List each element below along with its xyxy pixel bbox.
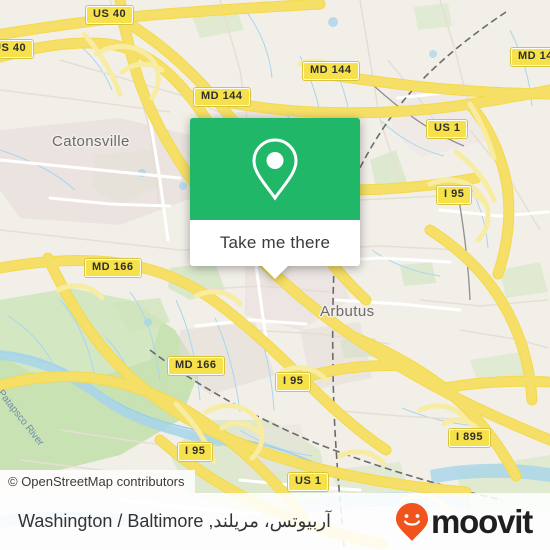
moovit-wordmark: moovit <box>431 503 533 540</box>
route-shield-i-895[interactable]: I 895 <box>448 428 491 448</box>
route-shield-md-166-a[interactable]: MD 166 <box>84 258 142 278</box>
route-shield-md-166-b[interactable]: MD 166 <box>167 356 225 376</box>
popup-action-bar[interactable]: Take me there <box>190 220 360 279</box>
route-shield-us-40-a[interactable]: US 40 <box>84 5 135 25</box>
route-shield-i-95-b[interactable]: I 95 <box>274 372 312 392</box>
route-shield-md-144-c[interactable]: MD 144 <box>510 47 550 67</box>
moovit-smiley-pin-icon <box>396 502 429 541</box>
map-label-arbutus: Arbutus <box>320 303 375 320</box>
route-shield-i-95-c[interactable]: I 95 <box>176 442 214 462</box>
route-shield-i-95-a[interactable]: I 95 <box>435 185 473 205</box>
route-shield-md-144-b[interactable]: MD 144 <box>193 87 251 107</box>
osm-attribution[interactable]: © OpenStreetMap contributors <box>0 470 195 493</box>
map-pin-icon <box>252 138 298 201</box>
map-screenshot: .wtr { fill:none; stroke:#9cd0e8; stroke… <box>0 0 550 550</box>
route-shield-us-1-b[interactable]: US 1 <box>286 472 330 492</box>
location-title: آربيوتس، مريلند, Washington / Baltimore <box>18 511 332 531</box>
popup-pin-panel <box>190 118 360 220</box>
map-label-catonsville: Catonsville <box>52 133 130 150</box>
take-me-there-label: Take me there <box>219 233 331 252</box>
route-shield-md-144-a[interactable]: MD 144 <box>302 61 360 81</box>
moovit-brand[interactable]: moovit <box>395 502 533 542</box>
route-shield-us-40-b[interactable]: US 40 <box>0 39 35 59</box>
take-me-there-popup[interactable]: Take me there <box>190 118 360 279</box>
popup-tail <box>262 266 288 279</box>
route-shield-us-1-a[interactable]: US 1 <box>425 119 469 139</box>
footer-bar: آربيوتس، مريلند, Washington / Baltimore … <box>0 493 550 550</box>
